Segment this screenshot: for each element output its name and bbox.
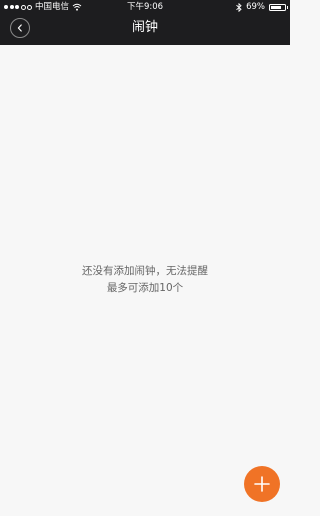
empty-state: 还没有添加闹钟，无法提醒 最多可添加10个	[0, 263, 290, 297]
empty-state-line1: 还没有添加闹钟，无法提醒	[82, 265, 208, 277]
add-alarm-button[interactable]	[244, 466, 280, 502]
battery-percent: 69%	[246, 2, 265, 12]
nav-bar: 中国电信 下午9:06 69% 闹钟	[0, 0, 290, 45]
bluetooth-icon	[236, 2, 242, 12]
status-bar: 中国电信 下午9:06 69%	[0, 0, 290, 14]
status-right: 69%	[236, 0, 288, 14]
battery-icon	[269, 3, 288, 11]
empty-state-line2: 最多可添加10个	[106, 282, 184, 294]
plus-icon	[254, 476, 270, 492]
page-title: 闹钟	[131, 20, 158, 35]
